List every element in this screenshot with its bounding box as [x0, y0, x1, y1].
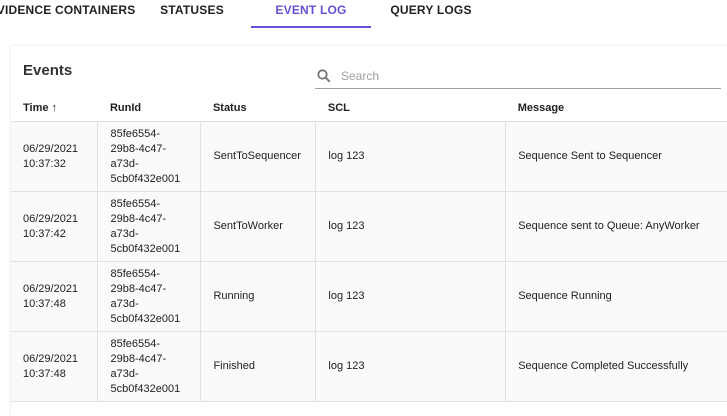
column-header-status[interactable]: Status	[200, 95, 316, 122]
tab-bar: EVIDENCE CONTAINERS STATUSES EVENT LOG Q…	[0, 0, 727, 28]
tab-statuses[interactable]: STATUSES	[124, 0, 260, 27]
search-icon	[317, 69, 331, 83]
tab-evidence-containers[interactable]: EVIDENCE CONTAINERS	[0, 0, 135, 27]
tab-event-log[interactable]: EVENT LOG	[251, 0, 371, 28]
tab-query-logs[interactable]: QUERY LOGS	[371, 0, 491, 27]
cell-status: SentToWorker	[200, 191, 317, 262]
table-row[interactable]: 06/29/2021 10:37:42 85fe6554- 29b8-4c47-…	[11, 191, 727, 262]
cell-time: 06/29/2021 10:37:48	[11, 331, 99, 402]
table-header-row: Time ↑ RunId Status SCL Message	[11, 95, 727, 122]
events-table: Time ↑ RunId Status SCL Message 06/29/202…	[11, 95, 727, 402]
table-row[interactable]: 06/29/2021 10:37:32 85fe6554- 29b8-4c47-…	[11, 121, 727, 192]
column-header-runid[interactable]: RunId	[97, 95, 201, 122]
cell-runid: 85fe6554- 29b8-4c47- a73d- 5cb0f432e001	[97, 191, 202, 262]
table-row[interactable]: 06/29/2021 10:37:48 85fe6554- 29b8-4c47-…	[11, 261, 727, 332]
sort-ascending-icon[interactable]: ↑	[51, 102, 57, 114]
column-header-message[interactable]: Message	[505, 95, 727, 122]
cell-time: 06/29/2021 10:37:32	[11, 121, 99, 192]
cell-status: Finished	[200, 331, 317, 402]
column-header-time[interactable]: Time ↑	[11, 95, 98, 122]
table-row[interactable]: 06/29/2021 10:37:48 85fe6554- 29b8-4c47-…	[11, 331, 727, 402]
cell-runid: 85fe6554- 29b8-4c47- a73d- 5cb0f432e001	[97, 331, 202, 402]
cell-scl: log 123	[315, 121, 507, 192]
events-panel: Events Time↑ RunId Status SCL Message	[11, 46, 727, 416]
cell-scl: log 123	[315, 191, 507, 262]
cell-runid: 85fe6554- 29b8-4c47- a73d- 5cb0f432e001	[97, 121, 202, 192]
search-input[interactable]	[339, 68, 703, 84]
cell-message: Sequence Completed Successfully	[505, 331, 727, 402]
column-header-scl[interactable]: SCL	[315, 95, 506, 122]
cell-time: 06/29/2021 10:37:42	[11, 191, 99, 262]
cell-status: SentToSequencer	[200, 121, 317, 192]
column-header-time-label: Time	[23, 102, 49, 114]
cell-runid: 85fe6554- 29b8-4c47- a73d- 5cb0f432e001	[97, 261, 202, 332]
cell-message: Sequence Running	[505, 261, 727, 332]
cell-status: Running	[200, 261, 317, 332]
cell-scl: log 123	[315, 261, 507, 332]
search-box[interactable]	[315, 64, 721, 89]
cell-time: 06/29/2021 10:37:48	[11, 261, 99, 332]
panel-title: Events	[23, 62, 73, 79]
cell-message: Sequence sent to Queue: AnyWorker	[505, 191, 727, 262]
cell-message: Sequence Sent to Sequencer	[505, 121, 727, 192]
cell-scl: log 123	[315, 331, 507, 402]
